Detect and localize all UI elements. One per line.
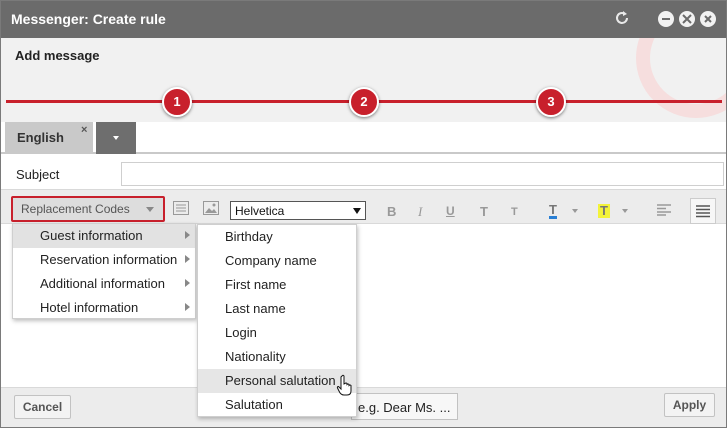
minimize-icon[interactable] — [658, 11, 674, 27]
superscript-button[interactable]: T — [480, 204, 488, 219]
step-3[interactable]: 3 — [536, 87, 566, 117]
chevron-down-icon — [146, 207, 154, 212]
menu-item-label: Reservation information — [40, 252, 178, 267]
chevron-right-icon — [185, 279, 190, 287]
bold-button[interactable]: B — [387, 204, 396, 219]
titlebar: Messenger: Create rule — [1, 1, 726, 38]
step-2[interactable]: 2 — [349, 87, 379, 117]
submenu-item-label: Salutation — [225, 397, 283, 412]
create-rule-dialog: Messenger: Create rule Add message 1 2 3… — [0, 0, 727, 428]
submenu-item-company-name[interactable]: Company name — [198, 249, 356, 273]
menu-item-reservation-information[interactable]: Reservation information — [13, 248, 195, 272]
menu-item-label: Guest information — [40, 228, 143, 243]
submenu-item-label: First name — [225, 277, 287, 292]
image-icon[interactable] — [203, 201, 219, 218]
submenu-item-label: Birthday — [225, 229, 273, 244]
subject-label: Subject — [16, 167, 60, 182]
replacement-codes-button[interactable]: Replacement Codes — [11, 196, 165, 222]
align-left-icon[interactable] — [657, 204, 671, 219]
chevron-right-icon — [185, 303, 190, 311]
highlight-color-button[interactable]: T — [598, 204, 610, 218]
submenu-item-label: Login — [225, 325, 257, 340]
chevron-down-icon — [113, 136, 119, 140]
add-language-dropdown[interactable] — [96, 122, 136, 154]
menu-item-guest-information[interactable]: Guest information — [13, 224, 195, 248]
menu-item-additional-information[interactable]: Additional information — [13, 272, 195, 296]
refresh-icon[interactable] — [613, 9, 631, 27]
subject-input[interactable] — [121, 162, 724, 186]
wizard-header: Add message 1 2 3 — [1, 38, 726, 122]
submenu-item-personal-salutation[interactable]: Personal salutation — [198, 369, 356, 393]
menu-item-label: Additional information — [40, 276, 166, 291]
chevron-down-icon[interactable] — [572, 209, 578, 213]
cancel-button[interactable]: Cancel — [14, 395, 71, 419]
text-color-button[interactable]: T — [549, 203, 557, 219]
menu-item-hotel-information[interactable]: Hotel information — [13, 296, 195, 320]
guest-information-submenu: Birthday Company name First name Last na… — [197, 224, 357, 417]
submenu-item-last-name[interactable]: Last name — [198, 297, 356, 321]
submenu-item-label: Nationality — [225, 349, 286, 364]
window-title: Messenger: Create rule — [11, 11, 166, 27]
replacement-codes-label: Replacement Codes — [21, 202, 130, 216]
editor-toolbar: Replacement Codes Helvetica B I U T T T … — [1, 190, 726, 224]
chevron-right-icon — [185, 255, 190, 263]
step-1[interactable]: 1 — [162, 87, 192, 117]
justify-button[interactable] — [690, 198, 716, 224]
submenu-item-birthday[interactable]: Birthday — [198, 225, 356, 249]
close-icon[interactable] — [700, 11, 716, 27]
submenu-item-login[interactable]: Login — [198, 321, 356, 345]
example-preview: e.g. Dear Ms. ... — [351, 393, 458, 420]
example-text: e.g. Dear Ms. ... — [358, 400, 451, 415]
wizard-heading: Add message — [15, 48, 100, 63]
justify-icon — [696, 205, 710, 218]
list-icon[interactable] — [173, 201, 189, 218]
italic-button[interactable]: I — [418, 204, 422, 220]
submenu-item-label: Company name — [225, 253, 317, 268]
submenu-item-label: Last name — [225, 301, 286, 316]
decorative-arc — [636, 38, 726, 118]
language-tabs: English × — [1, 122, 726, 154]
dialog-footer: Cancel e.g. Dear Ms. ... Apply — [1, 387, 726, 427]
tab-english-label: English — [17, 130, 64, 145]
replacement-codes-menu: Guest information Reservation informatio… — [12, 223, 196, 319]
chevron-right-icon — [185, 231, 190, 239]
subject-row: Subject — [1, 154, 726, 190]
submenu-item-nationality[interactable]: Nationality — [198, 345, 356, 369]
maximize-icon[interactable] — [679, 11, 695, 27]
chevron-down-icon[interactable] — [622, 209, 628, 213]
apply-button[interactable]: Apply — [664, 393, 715, 417]
chevron-down-icon — [353, 208, 361, 214]
menu-item-label: Hotel information — [40, 300, 139, 315]
tab-close-icon[interactable]: × — [81, 124, 87, 136]
font-family-value: Helvetica — [235, 204, 285, 218]
submenu-item-first-name[interactable]: First name — [198, 273, 356, 297]
hand-cursor-icon — [336, 374, 354, 396]
submenu-item-label: Personal salutation — [225, 373, 336, 388]
tab-english[interactable]: English × — [5, 122, 93, 154]
font-family-select[interactable]: Helvetica — [230, 201, 366, 220]
submenu-item-salutation[interactable]: Salutation — [198, 393, 356, 417]
underline-button[interactable]: U — [446, 204, 455, 218]
subscript-button[interactable]: T — [511, 206, 518, 218]
